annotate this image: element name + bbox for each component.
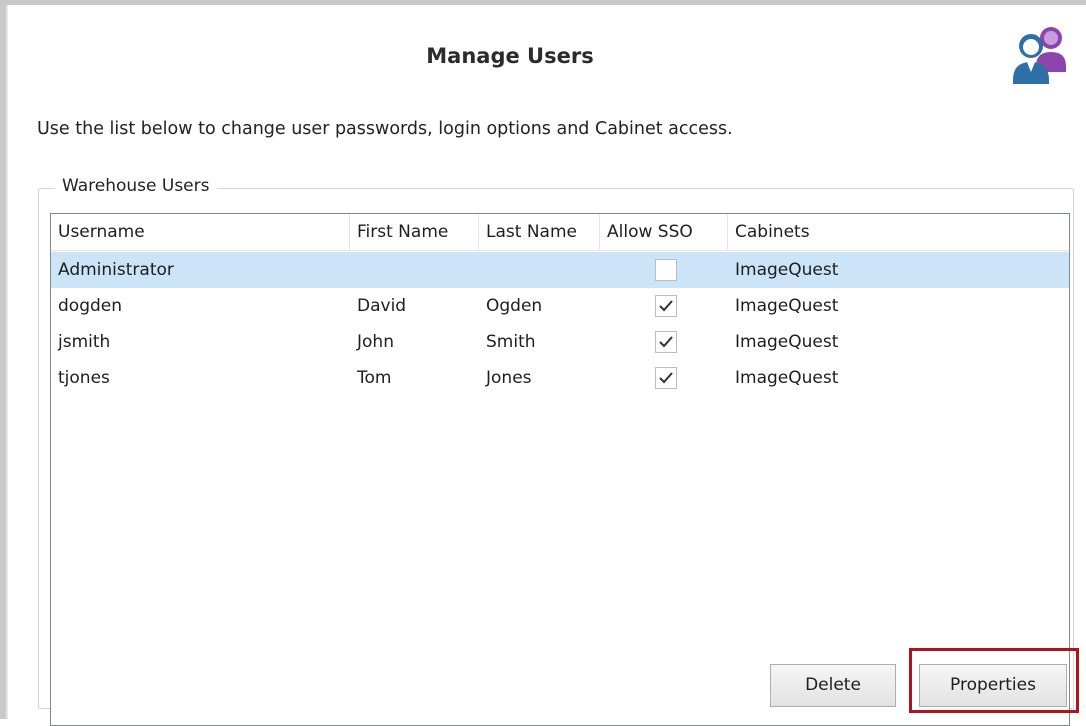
allow-sso-checkbox[interactable] — [655, 331, 677, 353]
allow-sso-checkbox[interactable] — [655, 259, 677, 281]
cabinets-cell: ImageQuest — [735, 296, 839, 316]
instructions-text: Use the list below to change user passwo… — [37, 119, 733, 139]
table-row[interactable]: tjones Tom Jones ImageQuest — [51, 360, 1069, 396]
cabinets-cell: ImageQuest — [735, 368, 839, 388]
first-name-cell: David — [357, 296, 407, 316]
allow-sso-checkbox[interactable] — [655, 295, 677, 317]
group-legend: Warehouse Users — [55, 176, 217, 196]
username-cell: dogden — [58, 296, 123, 316]
checkmark-icon — [659, 336, 673, 348]
window-frame-top — [0, 0, 1086, 5]
username-cell: Administrator — [58, 260, 174, 280]
last-name-cell: Jones — [486, 368, 532, 388]
column-header-first-name[interactable]: First Name — [350, 214, 479, 250]
username-cell: jsmith — [58, 332, 111, 352]
allow-sso-checkbox[interactable] — [655, 367, 677, 389]
column-header-cabinets[interactable]: Cabinets — [728, 214, 1069, 250]
username-cell: tjones — [58, 368, 110, 388]
first-name-cell — [350, 252, 357, 288]
cabinets-cell: ImageQuest — [735, 260, 839, 280]
checkmark-icon — [659, 300, 673, 312]
table-row[interactable]: dogden David Ogden ImageQuest — [51, 288, 1069, 324]
table-row[interactable]: Administrator ImageQuest — [51, 252, 1069, 288]
table-row[interactable]: jsmith John Smith ImageQuest — [51, 324, 1069, 360]
properties-highlight-box — [909, 648, 1079, 713]
last-name-cell — [479, 252, 486, 288]
first-name-cell: Tom — [357, 368, 392, 388]
column-header-last-name[interactable]: Last Name — [479, 214, 600, 250]
delete-button[interactable]: Delete — [770, 664, 896, 707]
dialog-title: Manage Users — [426, 44, 594, 68]
column-header-row: Username First Name Last Name Allow SSO … — [51, 214, 1069, 251]
last-name-cell: Smith — [486, 332, 536, 352]
first-name-cell: John — [357, 332, 394, 352]
column-header-allow-sso[interactable]: Allow SSO — [600, 214, 728, 250]
cabinets-cell: ImageQuest — [735, 332, 839, 352]
users-icon — [1009, 22, 1071, 86]
last-name-cell: Ogden — [486, 296, 543, 316]
column-header-username[interactable]: Username — [51, 214, 350, 250]
window-frame-inner — [6, 5, 8, 719]
checkmark-icon — [659, 372, 673, 384]
